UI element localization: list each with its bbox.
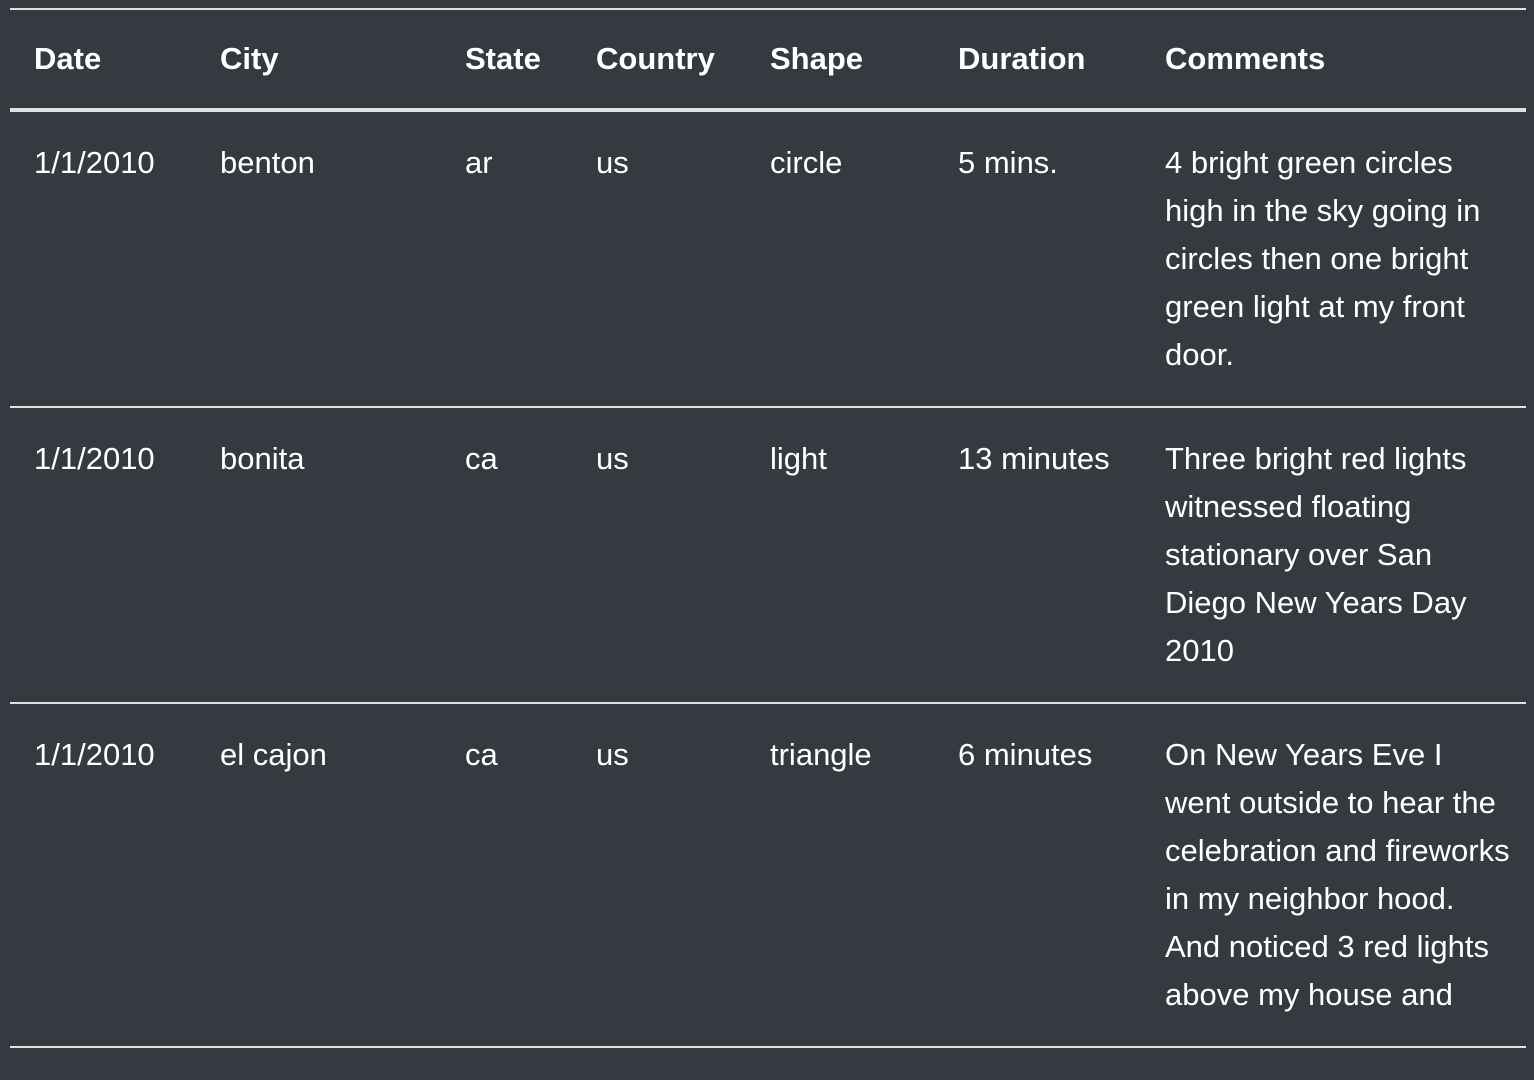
cell-duration: 5 mins.	[958, 145, 1058, 180]
column-header-country: Country	[596, 41, 715, 76]
table-header: Date City State Country Shape Duration C…	[10, 9, 1526, 110]
cell-duration: 13 minutes	[958, 441, 1110, 476]
cell-country: us	[596, 737, 629, 772]
table-row: 1/1/2010 el cajon ca us triangle 6 minut…	[10, 703, 1526, 1047]
cell-state: ca	[465, 441, 498, 476]
cell-date: 1/1/2010	[34, 441, 155, 476]
column-header-state: State	[465, 41, 541, 76]
cell-city: el cajon	[220, 737, 327, 772]
cell-country: us	[596, 145, 629, 180]
column-header-shape: Shape	[770, 41, 864, 76]
cell-duration: 6 minutes	[958, 737, 1093, 772]
ufo-sightings-table: Date City State Country Shape Duration C…	[10, 8, 1526, 1048]
cell-shape: circle	[770, 145, 843, 180]
cell-shape: light	[770, 441, 827, 476]
cell-state: ca	[465, 737, 498, 772]
cell-comments: Three bright red lights witnessed floati…	[1165, 441, 1467, 668]
table-row: 1/1/2010 bonita ca us light 13 minutes T…	[10, 407, 1526, 703]
column-header-comments: Comments	[1165, 41, 1326, 76]
table-row: 1/1/2010 benton ar us circle 5 mins. 4 b…	[10, 110, 1526, 407]
column-header-date: Date	[34, 41, 102, 76]
cell-shape: triangle	[770, 737, 872, 772]
cell-city: bonita	[220, 441, 305, 476]
header-row: Date City State Country Shape Duration C…	[10, 9, 1526, 110]
cell-country: us	[596, 441, 629, 476]
cell-state: ar	[465, 145, 493, 180]
cell-city: benton	[220, 145, 315, 180]
column-header-duration: Duration	[958, 41, 1086, 76]
cell-date: 1/1/2010	[34, 737, 155, 772]
table-body: 1/1/2010 benton ar us circle 5 mins. 4 b…	[10, 110, 1526, 1047]
cell-comments: 4 bright green circles high in the sky g…	[1165, 145, 1481, 372]
cell-date: 1/1/2010	[34, 145, 155, 180]
column-header-city: City	[220, 41, 279, 76]
cell-comments: On New Years Eve I went outside to hear …	[1165, 737, 1510, 1012]
ufo-table-container: Date City State Country Shape Duration C…	[10, 8, 1526, 1048]
